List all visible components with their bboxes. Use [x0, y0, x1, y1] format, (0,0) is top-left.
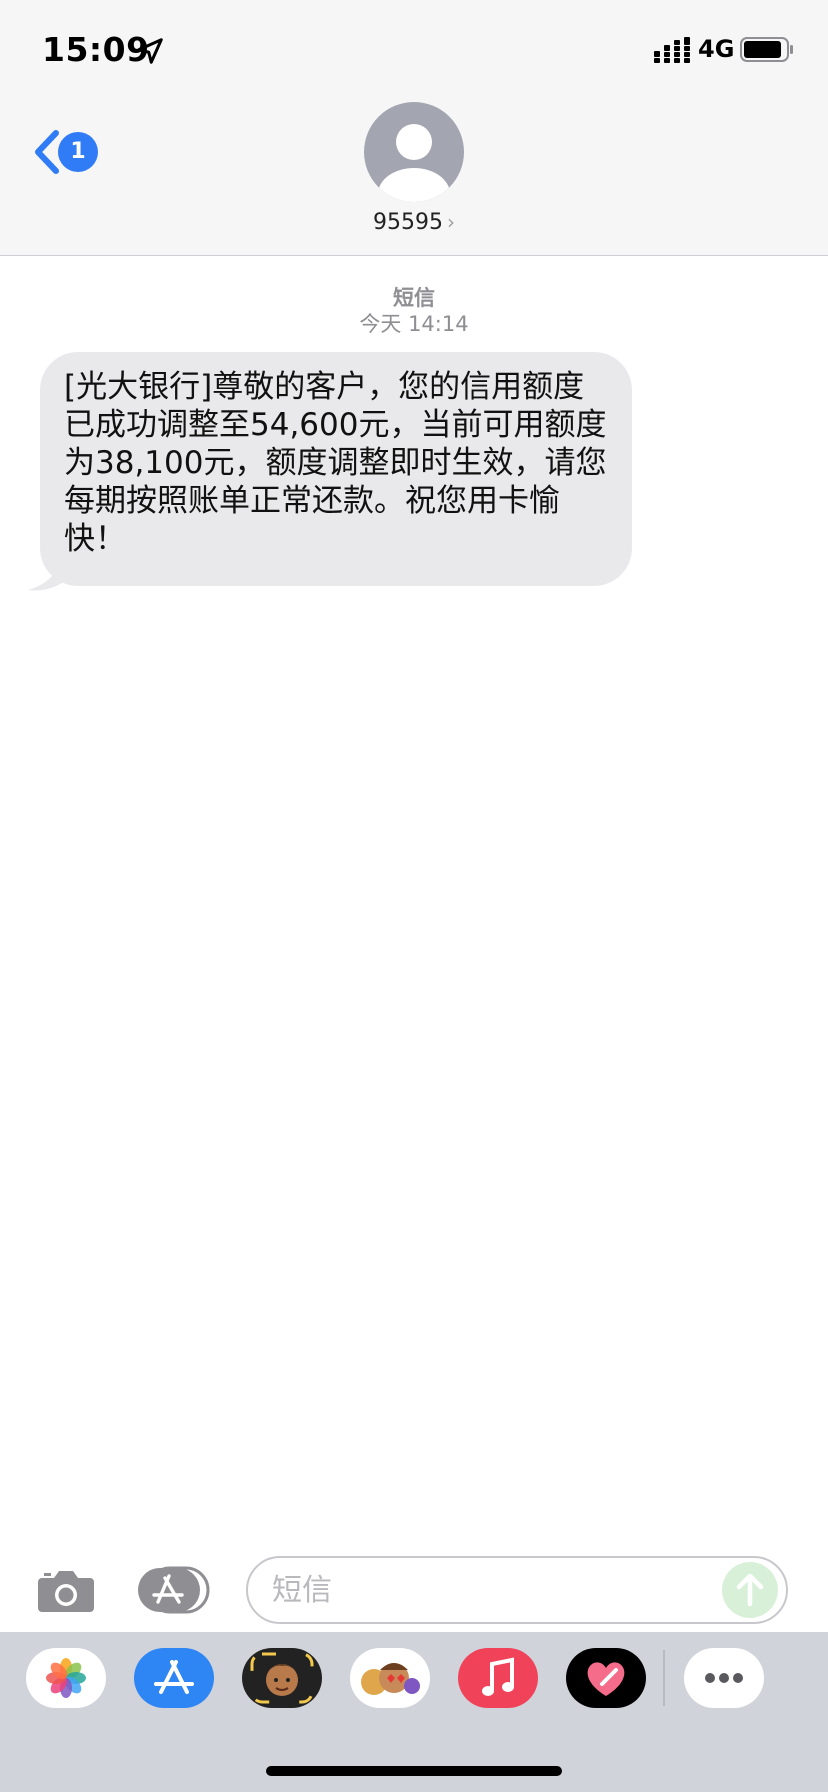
animoji-stickers-app-icon[interactable]: [350, 1648, 430, 1708]
message-input[interactable]: [246, 1556, 788, 1624]
send-arrow-icon: [736, 1573, 764, 1607]
network-type: 4G: [698, 35, 735, 63]
contact-avatar[interactable]: [364, 102, 464, 202]
chevron-right-icon: ›: [447, 210, 455, 234]
memoji-app-icon[interactable]: [242, 1648, 322, 1708]
contact-name-label[interactable]: 95595: [373, 210, 443, 235]
more-apps-icon[interactable]: [684, 1648, 764, 1708]
person-icon: [378, 124, 450, 202]
chevron-left-icon: [35, 130, 59, 174]
app-store-icon[interactable]: [138, 1566, 214, 1614]
app-store-app-icon[interactable]: [134, 1648, 214, 1708]
incoming-message-bubble[interactable]: [光大银行]尊敬的客户，您的信用额度已成功调整至54,600元，当前可用额度为3…: [40, 352, 632, 586]
battery-icon: [740, 37, 793, 62]
contact-name[interactable]: 95595 ›: [0, 210, 828, 235]
status-time: 15:09: [42, 30, 150, 69]
camera-icon[interactable]: [36, 1566, 96, 1614]
unread-count-badge[interactable]: 1: [58, 132, 98, 172]
location-arrow-icon: [137, 38, 163, 64]
home-indicator[interactable]: [266, 1766, 562, 1776]
message-timestamp: 今天 14:14: [359, 312, 469, 336]
music-app-icon[interactable]: [458, 1648, 538, 1708]
photos-app-icon[interactable]: [26, 1648, 106, 1708]
digital-touch-app-icon[interactable]: [566, 1648, 646, 1708]
send-button[interactable]: [722, 1562, 778, 1618]
message-text: [光大银行]尊敬的客户，您的信用额度已成功调整至54,600元，当前可用额度为3…: [64, 369, 607, 557]
signal-icon: [654, 37, 690, 63]
app-drawer-divider: [663, 1650, 665, 1706]
